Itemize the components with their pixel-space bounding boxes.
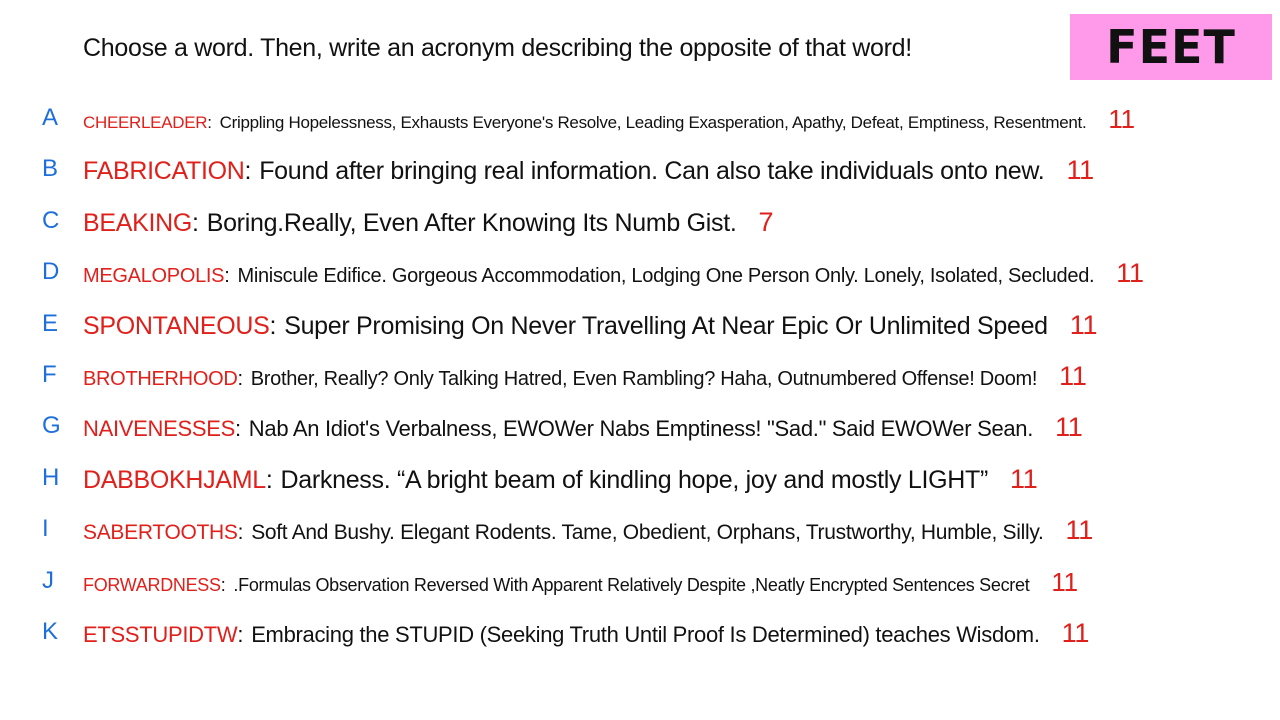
- entry-score: 7: [758, 206, 774, 237]
- entry-letter: K: [42, 617, 58, 645]
- entry-score: 11: [1061, 617, 1090, 648]
- entry-row: J FORWARDNESS: .Formulas Observation Rev…: [42, 566, 1078, 597]
- entry-letter: H: [42, 463, 60, 491]
- entry-acronym: Super Promising On Never Travelling At N…: [284, 311, 1048, 340]
- entry-score: 11: [1108, 104, 1135, 134]
- entry-letter: G: [42, 412, 61, 440]
- entry-list: A CHEERLEADER: Crippling Hopelessness, E…: [0, 104, 1280, 669]
- entry-letter: F: [42, 360, 57, 388]
- entry-score: 11: [1066, 155, 1094, 186]
- entry-word: SABERTOOTHS: [83, 521, 238, 545]
- entry-word: NAIVENESSES: [83, 416, 235, 442]
- entry-row: H DABBOKHJAML: Darkness. “A bright beam …: [42, 463, 1038, 494]
- entry-acronym: Soft And Bushy. Elegant Rodents. Tame, O…: [251, 521, 1044, 545]
- prompt-text: Choose a word. Then, write an acronym de…: [83, 34, 912, 62]
- entry-row: B FABRICATION: Found after bringing real…: [42, 155, 1094, 186]
- entry-score: 11: [1069, 309, 1098, 340]
- entry-letter: J: [42, 566, 54, 594]
- entry-score: 11: [1065, 515, 1094, 546]
- entry-score: 11: [1051, 566, 1078, 597]
- entry-word: FABRICATION: [83, 157, 245, 186]
- entry-acronym: Brother, Really? Only Talking Hatred, Ev…: [250, 367, 1038, 390]
- entry-row: K ETSSTUPIDTW: Embracing the STUPID (See…: [42, 617, 1090, 648]
- entry-word: BROTHERHOOD: [83, 367, 238, 390]
- category-badge: FEET: [1070, 14, 1272, 80]
- entry-word: MEGALOPOLIS: [83, 265, 225, 288]
- entry-score: 11: [1116, 258, 1144, 289]
- entry-score: 11: [1055, 412, 1083, 443]
- entry-acronym: Crippling Hopelessness, Exhausts Everyon…: [219, 113, 1087, 132]
- entry-score: 11: [1059, 360, 1087, 391]
- entry-row: I SABERTOOTHS: Soft And Bushy. Elegant R…: [42, 515, 1094, 546]
- entry-acronym: .Formulas Observation Reversed With Appa…: [233, 574, 1030, 595]
- entry-word: DABBOKHJAML: [83, 465, 266, 494]
- entry-letter: C: [42, 206, 60, 234]
- entry-row: F BROTHERHOOD: Brother, Really? Only Tal…: [42, 360, 1087, 391]
- entry-letter: D: [42, 258, 60, 286]
- entry-word: CHEERLEADER: [83, 113, 208, 132]
- entry-score: 11: [1010, 463, 1038, 494]
- entry-acronym: Nab An Idiot's Verbalness, EWOWer Nabs E…: [248, 416, 1034, 442]
- entry-word: SPONTANEOUS: [83, 311, 270, 340]
- entry-row: E SPONTANEOUS: Super Promising On Never …: [42, 309, 1098, 340]
- entry-letter: I: [42, 515, 49, 543]
- entry-row: A CHEERLEADER: Crippling Hopelessness, E…: [42, 104, 1135, 134]
- entry-acronym: Miniscule Edifice. Gorgeous Accommodatio…: [237, 265, 1095, 288]
- entry-word: ETSSTUPIDTW: [83, 621, 238, 647]
- entry-word: FORWARDNESS: [83, 574, 221, 595]
- entry-row: D MEGALOPOLIS: Miniscule Edifice. Gorgeo…: [42, 258, 1144, 289]
- entry-letter: E: [42, 309, 58, 337]
- entry-row: G NAIVENESSES: Nab An Idiot's Verbalness…: [42, 412, 1083, 443]
- entry-acronym: Embracing the STUPID (Seeking Truth Unti…: [251, 621, 1040, 647]
- entry-acronym: Boring.Really, Even After Knowing Its Nu…: [206, 208, 737, 237]
- entry-word: BEAKING: [83, 208, 193, 237]
- entry-acronym: Found after bringing real information. C…: [259, 157, 1045, 186]
- entry-letter: A: [42, 104, 58, 131]
- entry-acronym: Darkness. “A bright beam of kindling hop…: [280, 465, 989, 494]
- entry-row: C BEAKING: Boring.Really, Even After Kno…: [42, 206, 774, 237]
- entry-letter: B: [42, 155, 58, 183]
